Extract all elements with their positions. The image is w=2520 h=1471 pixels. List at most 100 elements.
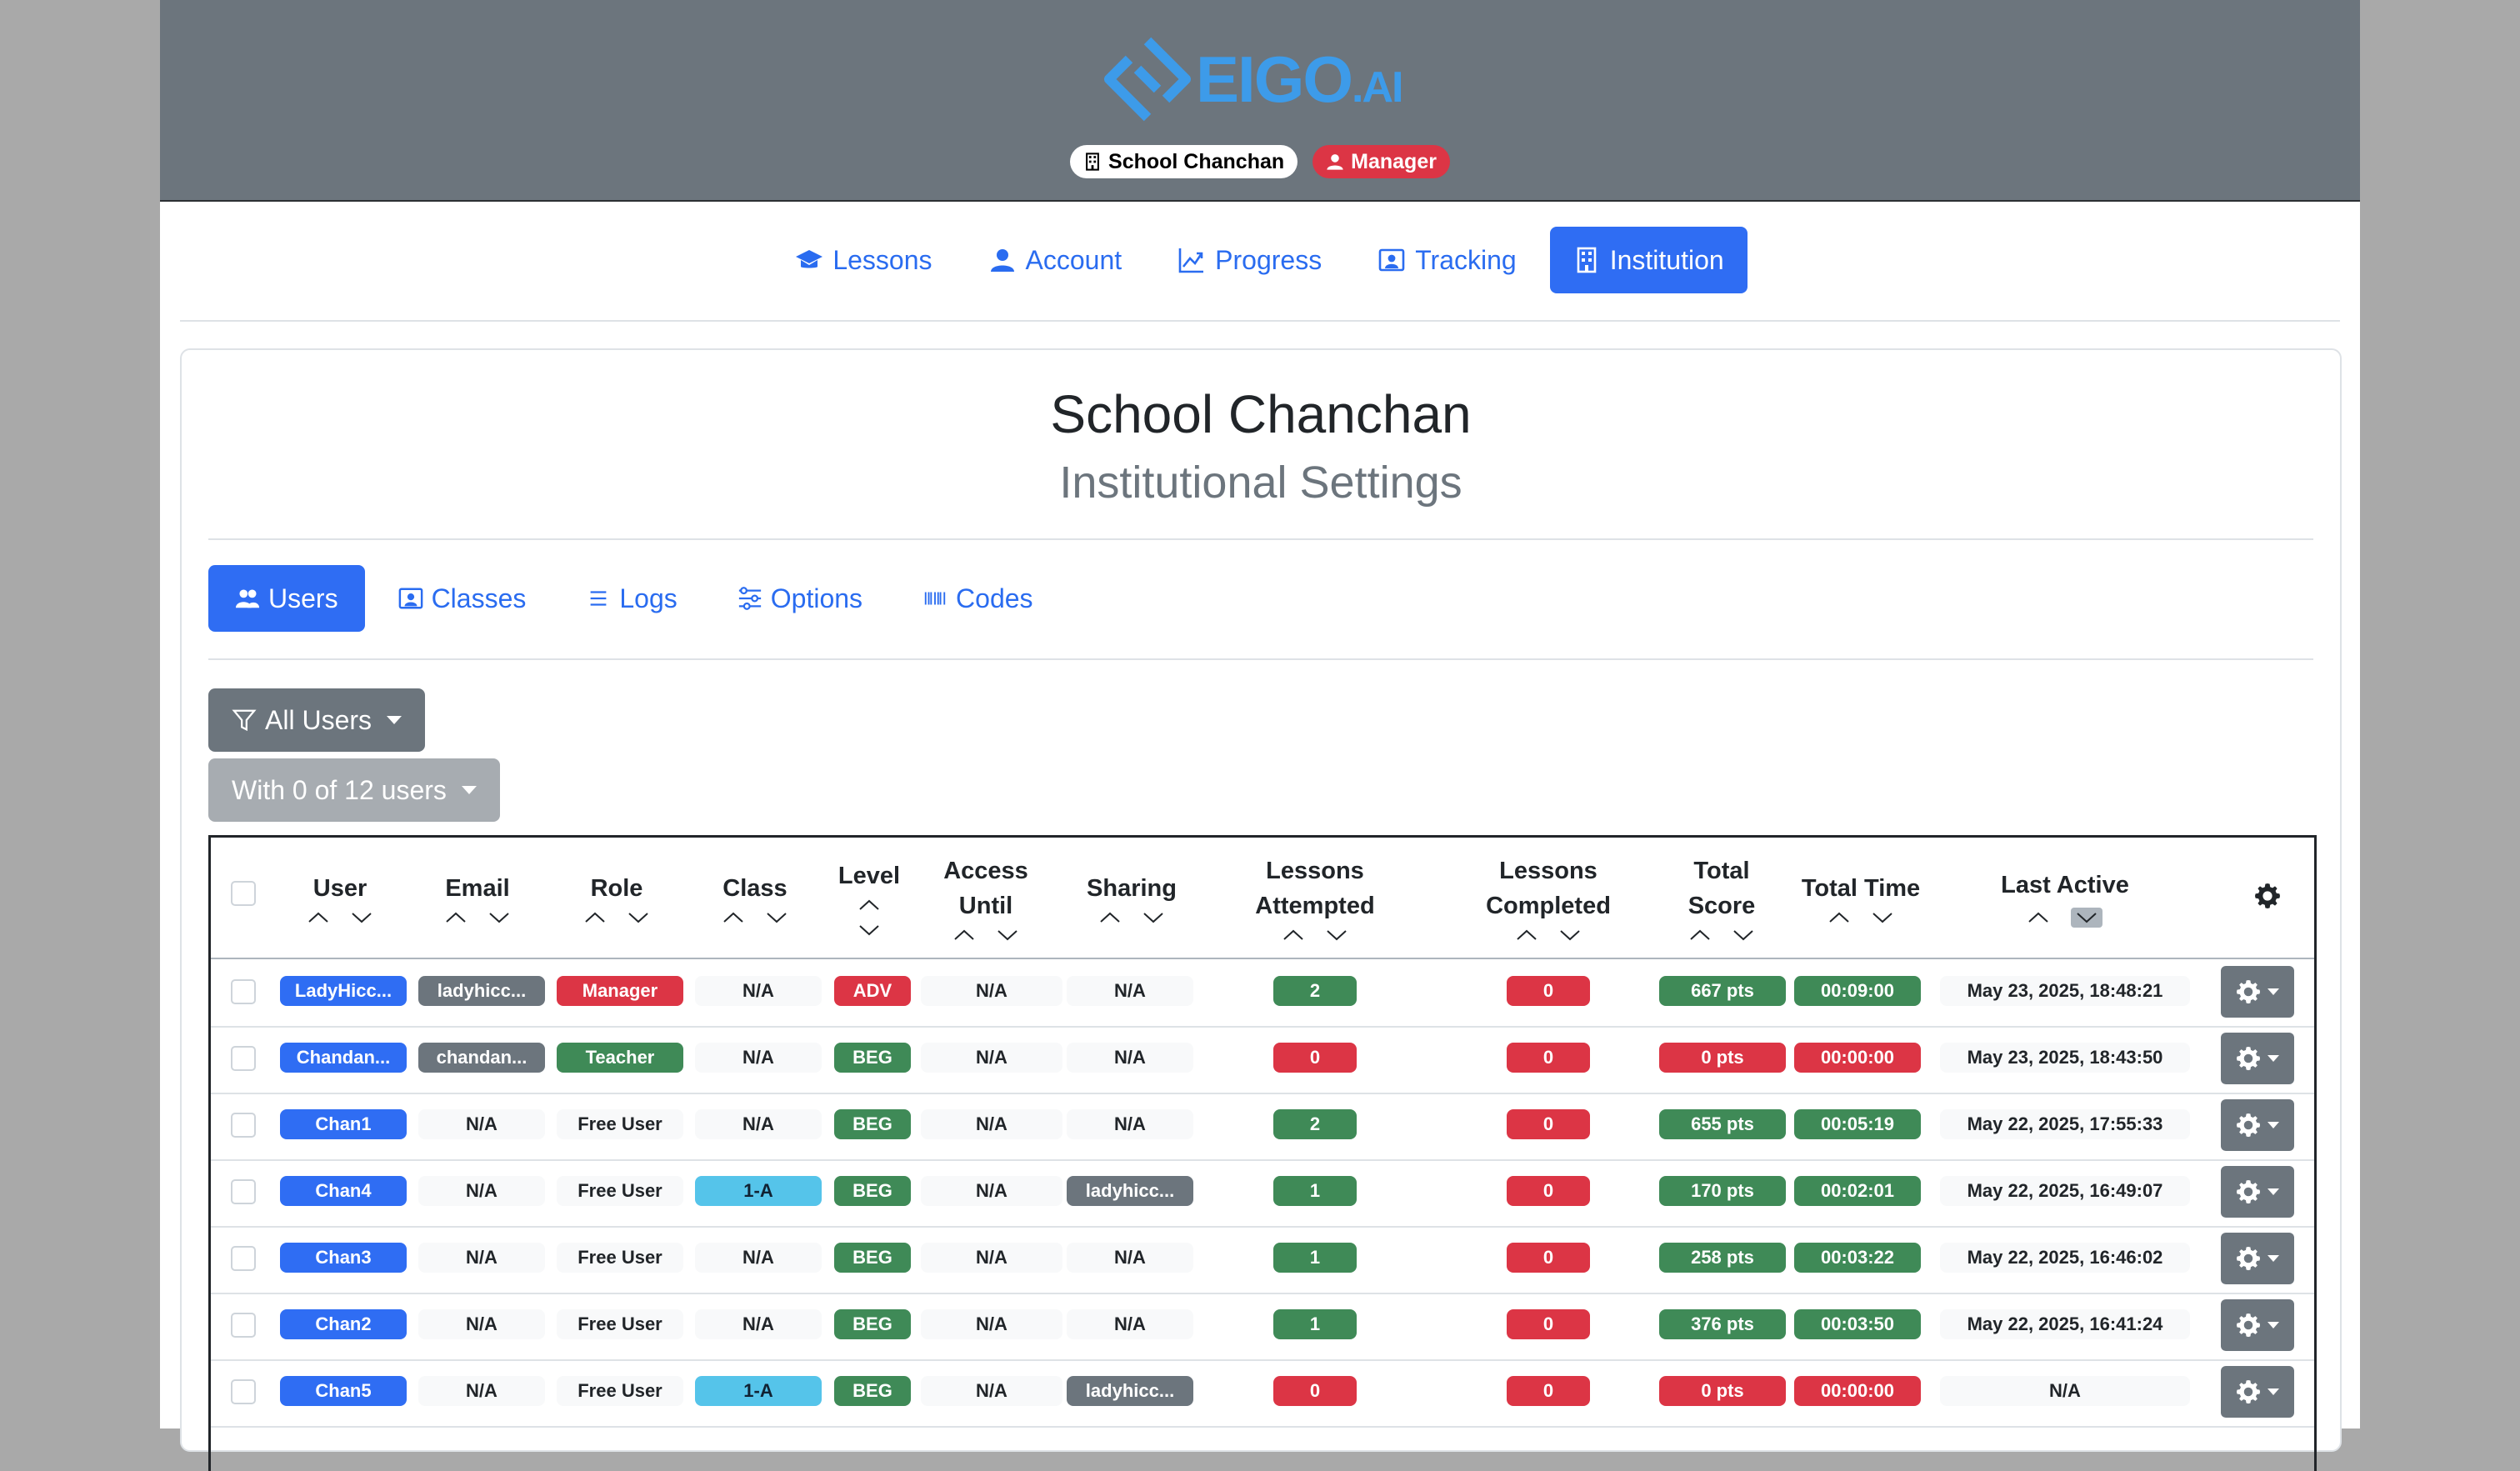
total-time-badge: 00:03:50 [1794,1309,1921,1339]
sort-asc-icon[interactable] [1282,928,1304,942]
user-name-badge[interactable]: LadyHicc... [280,976,407,1006]
sharing-badge: N/A [1067,1309,1193,1339]
col-total-time: Total Time [1791,838,1931,958]
table-header: User Email Role Class Level Access Until… [211,838,2314,959]
header-badges: School Chanchan Manager [160,145,2360,178]
sort-desc-icon[interactable] [858,923,880,937]
nav-progress[interactable]: Progress [1155,227,1345,293]
sort-asc-icon[interactable] [953,928,975,942]
user-name-badge[interactable]: Chan3 [280,1243,407,1273]
role-badge: Teacher [557,1043,683,1073]
nav-account[interactable]: Account [966,227,1146,293]
sliders-icon [738,587,761,610]
sort-desc-active[interactable] [2071,908,2102,928]
chevron-down-icon [2268,1388,2279,1395]
sort-asc-icon[interactable] [1828,911,1850,924]
row-checkbox[interactable] [231,979,256,1004]
user-name-badge[interactable]: Chan1 [280,1109,407,1139]
nav-institution[interactable]: Institution [1549,227,1748,293]
row-checkbox[interactable] [231,1379,256,1404]
role-badge: Free User [557,1243,683,1273]
users-table: User Email Role Class Level Access Until… [208,835,2317,1471]
table-row: Chandan... chandan... Teacher N/A BEG N/A N/A 0… [211,1026,2314,1094]
tab-options[interactable]: Options [711,565,889,632]
sort-desc-icon[interactable] [1559,928,1581,942]
sort-asc-icon[interactable] [722,911,744,924]
row-checkbox[interactable] [231,1113,256,1138]
sort-desc-icon[interactable] [1326,928,1348,942]
sort-asc-icon[interactable] [308,911,329,924]
user-name-badge[interactable]: Chandan... [280,1043,407,1073]
tab-users[interactable]: Users [208,565,365,632]
user-filter-dropdown[interactable]: All Users [208,688,426,752]
user-name-badge[interactable]: Chan5 [280,1376,407,1406]
gear-icon[interactable] [2254,883,2281,909]
row-checkbox[interactable] [231,1313,256,1338]
sort-desc-icon[interactable] [351,911,372,924]
row-actions-button[interactable] [2221,1166,2294,1218]
row-checkbox[interactable] [231,1246,256,1271]
sort-desc-icon[interactable] [1732,928,1754,942]
nav-tracking[interactable]: Tracking [1355,227,1540,293]
row-actions-button[interactable] [2221,1366,2294,1418]
sort-asc-icon[interactable] [1099,911,1121,924]
row-checkbox[interactable] [231,1046,256,1071]
tab-codes[interactable]: Codes [896,565,1060,632]
sharing-badge: N/A [1067,1243,1193,1273]
building-icon [1577,247,1597,273]
page-title: School Chanchan [1050,384,1472,444]
sort-asc-icon[interactable] [1516,928,1538,942]
row-actions-button[interactable] [2221,1233,2294,1284]
table-row: Chan4 N/A Free User 1-A BEG N/A ladyhicc... 1 0 1… [211,1159,2314,1228]
barcode-icon [924,592,946,605]
sort-asc-icon[interactable] [2028,911,2049,924]
email-badge: N/A [418,1176,545,1206]
table-row: Chan3 N/A Free User N/A BEG N/A N/A 1 0 258 pts 00… [211,1226,2314,1294]
sharing-badge: ladyhicc... [1067,1376,1193,1406]
gear-icon [2236,1313,2261,1338]
sort-desc-icon[interactable] [628,911,649,924]
user-name-badge[interactable]: Chan2 [280,1309,407,1339]
select-all-checkbox[interactable] [231,881,256,906]
lessons-attempted-badge: 2 [1273,976,1357,1006]
access-until-badge: N/A [921,1309,1062,1339]
sort-desc-icon[interactable] [488,911,510,924]
tab-logs[interactable]: Logs [559,565,703,632]
nav-lessons[interactable]: Lessons [772,227,955,293]
main-nav: Lessons Account Progress Tracking Instit… [160,227,2360,293]
chevron-down-icon [2268,1055,2279,1062]
row-actions-button[interactable] [2221,1033,2294,1084]
row-actions-button[interactable] [2221,966,2294,1018]
chevron-down-icon [2268,1255,2279,1262]
access-until-badge: N/A [921,1376,1062,1406]
sort-desc-icon[interactable] [1142,911,1164,924]
sort-asc-icon[interactable] [1689,928,1711,942]
access-until-badge: N/A [921,1043,1062,1073]
user-name-badge[interactable]: Chan4 [280,1176,407,1206]
tab-classes[interactable]: Classes [372,565,553,632]
total-time-badge: 00:03:22 [1794,1243,1921,1273]
class-badge: N/A [695,976,822,1006]
sort-asc-icon[interactable] [584,911,606,924]
access-until-badge: N/A [921,1109,1062,1139]
lessons-completed-badge: 0 [1507,1043,1590,1073]
chevron-down-icon [2268,1322,2279,1328]
person-badge-icon [1378,248,1405,272]
sort-desc-icon[interactable] [997,928,1018,942]
eigo-logo[interactable]: EIGO.AI [1104,33,1404,125]
bulk-selection-dropdown[interactable]: With 0 of 12 users [208,758,500,822]
sort-desc-icon[interactable] [1872,911,1893,924]
sort-desc-icon[interactable] [766,911,788,924]
row-checkbox[interactable] [231,1179,256,1204]
row-actions-button[interactable] [2221,1299,2294,1351]
table-row: Chan1 N/A Free User N/A BEG N/A N/A 2 0 655 pts 00… [211,1093,2314,1161]
col-email: Email [415,838,540,958]
lessons-attempted-badge: 1 [1273,1176,1357,1206]
access-until-badge: N/A [921,976,1062,1006]
chevron-down-icon [461,786,477,794]
row-actions-button[interactable] [2221,1099,2294,1151]
institution-card: School Chanchan Institutional Settings U… [180,348,2342,1471]
sort-asc-icon[interactable] [445,911,467,924]
sort-asc-icon[interactable] [858,898,880,912]
last-active-badge: May 22, 2025, 17:55:33 [1940,1109,2190,1139]
